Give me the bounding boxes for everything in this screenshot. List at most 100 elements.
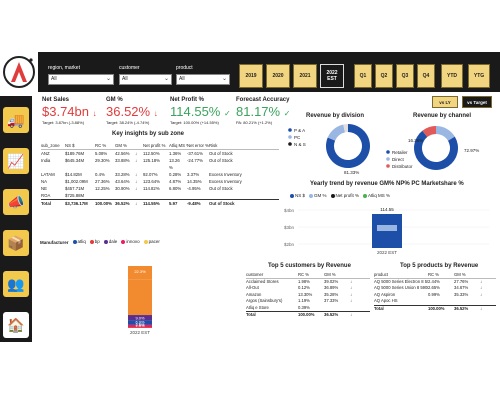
slicer-region-market[interactable]: region, market All ⌄ <box>48 65 114 88</box>
stacked-bar-segment[interactable] <box>128 279 152 316</box>
legend-dot <box>309 193 314 198</box>
manufacturer-stacked-chart: 22.3%9.0%6.9%3.5%1.5%2022 EST <box>128 266 152 335</box>
segment-data-label: 22.3% <box>134 269 146 274</box>
table-cell: AQ Apoc HS <box>374 298 398 303</box>
table-cell <box>115 164 135 171</box>
year-button-2022-est[interactable]: 2022 EST <box>320 64 344 88</box>
period-button-ytg[interactable]: YTG <box>468 64 490 88</box>
table-row: NA $1,002.09M 27.36% 43.64% ↓ 123.64% 4.87% 14.… <box>41 178 279 185</box>
table-cell: Atliq MS % <box>169 143 187 148</box>
nav-inventory-button[interactable]: 📦 <box>3 230 29 256</box>
year-button-2021[interactable]: 2021 <box>293 64 317 88</box>
subzone-table-title: Key insights by sub zone <box>112 131 185 137</box>
table-cell: -24.77% <box>187 158 204 163</box>
top-products-table: product RC % GM % AQ 5000 Series Electron 8… <box>374 272 496 311</box>
legend-item[interactable]: innovo <box>121 239 140 244</box>
table-cell: Total <box>246 312 256 317</box>
table-row: % <box>41 164 279 171</box>
legend-label: P & A <box>294 128 305 133</box>
legend-dot <box>288 135 292 139</box>
nav-marketing-button[interactable]: 📣 <box>3 189 29 215</box>
legend-dot <box>386 164 390 168</box>
table-cell: 1.36% <box>169 151 182 156</box>
legend-item[interactable]: Net profit % <box>330 193 359 198</box>
legend-dot <box>386 157 390 161</box>
table-row: AQ Apoc HS <box>374 298 496 305</box>
nav-customers-button[interactable]: 👥 <box>3 271 29 297</box>
year-button-2019[interactable]: 2019 <box>239 64 263 88</box>
table-cell: customer <box>246 272 264 277</box>
table-total-row: Total 100.00% 36.52% ↓ <box>246 311 370 318</box>
trend-legend: NS $ GM % Net profit % Atliq MS % <box>290 193 394 199</box>
legend-item[interactable]: pacer <box>143 239 160 244</box>
table-cell: -37.61% <box>187 151 204 156</box>
table-cell: ↓ <box>135 172 138 177</box>
quarter-button-q1[interactable]: Q1 <box>354 64 372 88</box>
quarter-button-q4[interactable]: Q4 <box>417 64 435 88</box>
legend-dot <box>72 239 77 244</box>
gm-marker <box>377 225 397 231</box>
kpi-net-sales: Net Sales $3.74bn ↓ Target: 3.87bn (-3.8… <box>42 97 97 125</box>
table-cell: Out of Stock <box>209 201 235 206</box>
table-cell: NE <box>41 186 47 191</box>
legend-label: bp <box>94 239 100 244</box>
table-cell: 125.18% <box>143 158 160 163</box>
table-cell: % <box>169 165 173 170</box>
slicer-customer[interactable]: customer All ⌄ <box>119 65 172 88</box>
table-cell: Out of Stock <box>209 186 233 191</box>
channel-percent-label: 16.36% <box>408 138 423 143</box>
table-cell: Total <box>374 305 384 311</box>
manufacturer-legend-title: Manufacturer <box>40 239 69 245</box>
year-button-2020[interactable]: 2020 <box>266 64 290 88</box>
table-cell: Net profit % <box>143 143 166 148</box>
table-cell: ↓ <box>135 158 138 163</box>
table-total-row: Total $3,736.17M 100.00% 36.52% ↓ 114.55% 5.97… <box>41 199 279 206</box>
nav-finance-button[interactable]: 📈 <box>3 148 29 174</box>
slicer-product[interactable]: product All ⌄ <box>176 65 230 88</box>
vs-target-button[interactable]: vs Target <box>462 96 492 108</box>
table-cell <box>143 192 169 199</box>
vs-ly-button[interactable]: vs LY <box>432 96 458 108</box>
table-cell: ↓ <box>135 179 138 184</box>
quarter-button-q3[interactable]: Q3 <box>396 64 414 88</box>
legend-item[interactable]: atliq <box>72 239 86 244</box>
table-cell: 0.4% <box>95 172 105 177</box>
table-cell <box>454 298 480 305</box>
legend-dot <box>89 239 94 244</box>
table-cell: sub_zone <box>41 143 60 148</box>
trend-chart: $4bn $3bn $2bn 114.55 2022 EST <box>284 207 489 255</box>
quarter-button-q2[interactable]: Q2 <box>375 64 393 88</box>
table-cell <box>115 192 135 199</box>
legend-item[interactable]: dale <box>103 239 117 244</box>
legend-label: innovo <box>126 239 140 244</box>
y-axis-tick-label: $2bn <box>284 242 295 247</box>
table-cell <box>324 305 350 312</box>
table-cell: 29.30% <box>95 158 110 163</box>
table-cell: 123.64% <box>143 179 160 184</box>
nav-home-button[interactable]: 🏠 <box>3 312 29 338</box>
legend-dot <box>330 193 335 198</box>
table-cell <box>209 164 249 171</box>
table-cell: Excess Inventory <box>209 179 242 184</box>
megaphone-icon: 📣 <box>7 193 25 210</box>
legend-item[interactable]: Atliq MS % <box>363 193 390 198</box>
table-cell: ↓ <box>135 201 138 206</box>
division-slice[interactable] <box>327 124 345 141</box>
table-row: LATAM $14.82M 0.4% 33.28% ↓ 92.07% 0.28% 3.37% E… <box>41 171 279 178</box>
table-cell <box>480 298 490 305</box>
table-cell: $189.76M <box>65 151 85 156</box>
legend-label: PC <box>294 135 301 140</box>
table-cell <box>65 164 95 171</box>
legend-label: Retailer <box>392 150 408 155</box>
table-cell: 36.52% <box>324 312 339 317</box>
chevron-down-icon: ⌄ <box>105 76 111 82</box>
table-cell: NA <box>41 179 47 184</box>
legend-label: NS $ <box>295 193 306 198</box>
table-cell: ↓ <box>480 305 483 311</box>
legend-item[interactable]: bp <box>89 239 100 244</box>
period-button-ytd[interactable]: YTD <box>441 64 463 88</box>
legend-item[interactable]: NS $ <box>290 193 305 198</box>
table-cell: 0.28% <box>169 172 182 177</box>
nav-supply-chain-button[interactable]: 🚚 <box>3 107 29 133</box>
legend-item[interactable]: GM % <box>309 193 327 198</box>
